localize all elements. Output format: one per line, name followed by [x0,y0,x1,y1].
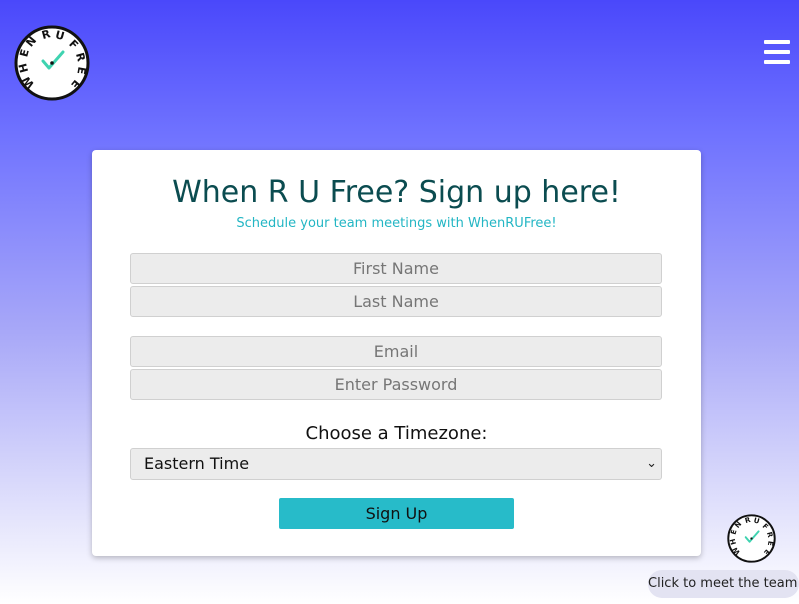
last-name-field[interactable] [130,286,662,317]
meet-team-button[interactable]: W H E N R U F R E E [727,514,776,563]
signup-card: When R U Free? Sign up here! Schedule yo… [92,150,701,556]
page-subtitle: Schedule your team meetings with WhenRUF… [236,216,557,231]
brand-logo[interactable]: W H E N R U F R E E [14,25,90,101]
meet-team-tooltip[interactable]: Click to meet the team! [648,570,799,598]
sign-up-button[interactable]: Sign Up [279,498,514,529]
timezone-label: Choose a Timezone: [305,423,488,444]
clock-logo-icon: W H E N R U F R E E [727,514,776,563]
first-name-field[interactable] [130,253,662,284]
hamburger-menu-icon[interactable] [764,40,790,64]
page-title: When R U Free? Sign up here! [172,175,621,210]
password-field[interactable] [130,369,662,400]
timezone-selected-value: Eastern Time [144,454,250,473]
clock-logo-icon: W H E N R U F R E E [14,25,90,101]
timezone-select[interactable]: Eastern Time ⌄ [130,448,662,480]
chevron-down-icon: ⌄ [646,456,657,471]
email-field[interactable] [130,336,662,367]
